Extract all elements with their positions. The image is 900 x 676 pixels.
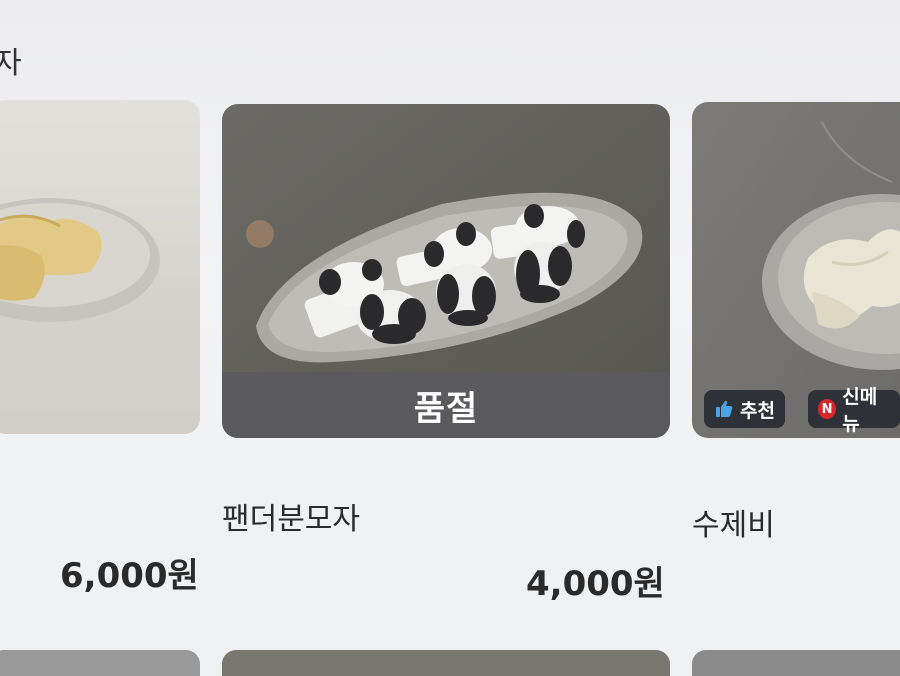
menu-card-next-2[interactable] [222, 650, 670, 676]
menu-card-next-3[interactable] [692, 650, 900, 676]
recommend-badge: 추천 [704, 390, 785, 428]
menu-name-panda: 팬더분모자 [222, 502, 360, 537]
new-menu-label: 신메뉴 [842, 386, 878, 435]
new-menu-badge: N 신메뉴 [808, 386, 900, 435]
sold-out-label: 품절 [222, 372, 670, 438]
menu-card-next-1[interactable] [0, 650, 200, 676]
menu-price-dumplings: 6,000원 [60, 556, 199, 596]
dumplings-photo [0, 100, 200, 434]
menu-name-sujebi: 수제비 [692, 508, 775, 543]
section-title: 자 [0, 46, 22, 81]
menu-price-panda: 4,000원 [526, 564, 665, 604]
menu-card-panda[interactable]: 품절 [222, 104, 670, 438]
menu-screen: 자 품절 추천 N 신메뉴 팬더분모자 수제비 6,000원 4,000원 [0, 0, 900, 676]
recommend-label: 추천 [740, 399, 775, 422]
thumbs-up-icon [716, 400, 733, 417]
new-icon: N [818, 399, 837, 419]
menu-card-dumplings[interactable] [0, 100, 200, 434]
